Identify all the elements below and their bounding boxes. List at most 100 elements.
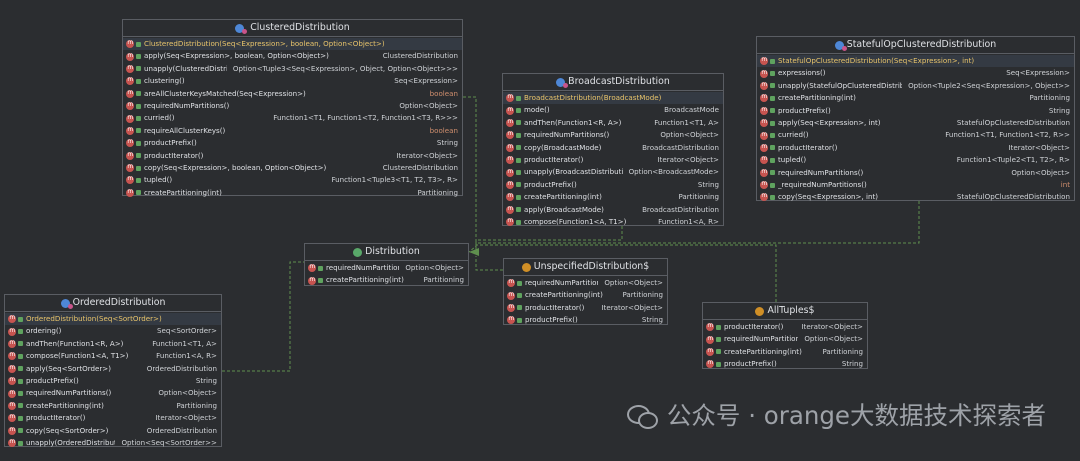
return-type: Option<Seq<SortOrder>>: [121, 437, 217, 447]
method-row[interactable]: tupled() Function1<Tuple2<T1, T2>, R>: [757, 154, 1074, 166]
method-row[interactable]: unapply(BroadcastDistribution) Option<Bro…: [503, 166, 723, 178]
method-signature: unapply(ClusteredDistribution): [144, 63, 227, 73]
method-row[interactable]: requireAllClusterKeys() boolean: [123, 125, 462, 137]
constructor-row[interactable]: BroadcastDistribution(BroadcastMode): [503, 92, 723, 105]
method-row[interactable]: curried() Function1<T1, Function1<T2, R>>: [757, 129, 1074, 141]
method-row[interactable]: productPrefix() String: [5, 375, 221, 387]
method-row[interactable]: andThen(Function1<R, A>) Function1<T1, A>: [5, 338, 221, 350]
method-row[interactable]: requiredNumPartitions() Option<Object>: [757, 167, 1074, 179]
return-type: StatefulOpClusteredDistribution: [956, 192, 1070, 202]
method-row[interactable]: unapply(OrderedDistribution) Option<Seq<S…: [5, 437, 221, 449]
object-icon: [521, 262, 531, 272]
method-row[interactable]: apply(Seq<Expression>, int) StatefulOpClu…: [757, 117, 1074, 129]
return-type: Partitioning: [1029, 93, 1070, 103]
method-row[interactable]: requiredNumPartitions() Option<Object>: [5, 387, 221, 399]
public-visibility-icon: [770, 83, 775, 89]
method-row[interactable]: _requiredNumPartitions() int: [757, 179, 1074, 191]
constructor-row[interactable]: ClusteredDistribution(Seq<Expression>, b…: [123, 38, 462, 51]
method-row[interactable]: areAllClusterKeysMatched(Seq<Expression>…: [123, 88, 462, 100]
method-row[interactable]: requiredNumPartitions() Option<Object>: [504, 277, 667, 289]
method-icon: [126, 150, 134, 161]
method-row[interactable]: apply(BroadcastMode) BroadcastDistributio…: [503, 204, 723, 216]
class-clustered-distribution[interactable]: ClusteredDistribution ClusteredDistribut…: [122, 19, 463, 199]
class-ordered-distribution[interactable]: OrderedDistribution OrderedDistribution(…: [4, 294, 222, 449]
public-visibility-icon: [517, 280, 522, 286]
method-row[interactable]: clustering() Seq<Expression>: [123, 75, 462, 87]
method-row[interactable]: createPartitioning(int) Partitioning: [5, 400, 221, 412]
method-row[interactable]: requiredNumPartitions() Option<Object>: [123, 100, 462, 112]
class-broadcast-distribution[interactable]: BroadcastDistribution BroadcastDistribut…: [502, 73, 724, 228]
method-row[interactable]: productIterator() Iterator<Object>: [757, 142, 1074, 154]
method-row[interactable]: apply(Seq<Expression>, boolean, Option<O…: [123, 50, 462, 62]
method-signature: createPartitioning(int): [724, 346, 802, 356]
constructor-row[interactable]: StatefulOpClusteredDistribution(Seq<Expr…: [757, 55, 1074, 68]
method-row[interactable]: apply(Seq<SortOrder>) OrderedDistribution: [5, 363, 221, 375]
method-row[interactable]: compose(Function1<A, T1>) Function1<A, R>: [503, 216, 723, 228]
method-row[interactable]: mode() BroadcastMode: [503, 104, 723, 116]
method-row[interactable]: productIterator() Iterator<Object>: [503, 154, 723, 166]
method-row[interactable]: copy(Seq<SortOrder>) OrderedDistribution: [5, 425, 221, 437]
public-visibility-icon: [136, 116, 141, 122]
class-icon: [556, 77, 569, 88]
method-row[interactable]: productIterator() Iterator<Object>: [123, 150, 462, 162]
method-row[interactable]: unapply(StatefulOpClusteredDistribution)…: [757, 80, 1074, 92]
public-visibility-icon: [318, 265, 323, 271]
method-row[interactable]: productIterator() Iterator<Object>: [504, 302, 667, 314]
interface-distribution[interactable]: Distribution requiredNumPartitions() Opti…: [304, 243, 469, 286]
method-row[interactable]: copy(Seq<Expression>, boolean, Option<Ob…: [123, 162, 462, 174]
class-title: OrderedDistribution: [72, 296, 166, 308]
object-all-tuples[interactable]: AllTuples$ productIterator() Iterator<Obj…: [702, 302, 868, 370]
method-row[interactable]: unapply(ClusteredDistribution) Option<Tup…: [123, 63, 462, 75]
method-icon: [506, 191, 514, 203]
method-row[interactable]: createPartitioning(int) Partitioning: [305, 274, 468, 286]
method-row[interactable]: productIterator() Iterator<Object>: [5, 412, 221, 424]
public-visibility-icon: [18, 316, 23, 322]
method-icon: [126, 174, 134, 186]
method-row[interactable]: tupled() Function1<Tuple3<T1, T2, T3>, R>: [123, 174, 462, 186]
method-icon: [760, 191, 768, 203]
method-row[interactable]: productPrefix() String: [504, 314, 667, 326]
return-type: boolean: [429, 88, 458, 98]
public-visibility-icon: [770, 194, 775, 200]
public-visibility-icon: [18, 403, 23, 409]
object-unspecified-distribution[interactable]: UnspecifiedDistribution$ requiredNumPart…: [503, 258, 668, 326]
method-icon: [760, 154, 768, 166]
return-type: Option<Tuple3<Seq<Expression>, Object, O…: [232, 63, 458, 73]
method-icon: [506, 142, 514, 153]
method-row[interactable]: createPartitioning(int) Partitioning: [703, 346, 867, 358]
method-row[interactable]: productIterator() Iterator<Object>: [703, 321, 867, 333]
method-row[interactable]: createPartitioning(int) Partitioning: [503, 191, 723, 203]
constructor-row[interactable]: OrderedDistribution(Seq<SortOrder>): [5, 313, 221, 326]
method-row[interactable]: requiredNumPartitions() Option<Object>: [503, 129, 723, 141]
method-signature: mode(): [524, 105, 550, 115]
class-stateful-op-clustered-distribution[interactable]: StatefulOpClusteredDistribution Stateful…: [756, 36, 1075, 203]
method-icon: [8, 387, 16, 399]
method-row[interactable]: createPartitioning(int) Partitioning: [757, 92, 1074, 104]
method-row[interactable]: requiredNumPartitions() Option<Object>: [305, 262, 468, 274]
return-type: Iterator<Object>: [601, 302, 663, 312]
method-row[interactable]: compose(Function1<A, T1>) Function1<A, R>: [5, 350, 221, 362]
return-type: Function1<Tuple2<T1, T2>, R>: [956, 155, 1070, 165]
method-row[interactable]: copy(Seq<Expression>, int) StatefulOpClus…: [757, 191, 1074, 203]
method-row[interactable]: andThen(Function1<R, A>) Function1<T1, A>: [503, 117, 723, 129]
method-signature: productIterator(): [144, 150, 204, 160]
method-row[interactable]: productPrefix() String: [757, 105, 1074, 117]
return-type: Iterator<Object>: [657, 154, 719, 164]
method-row[interactable]: productPrefix() String: [503, 179, 723, 191]
uml-diagram-canvas: ClusteredDistribution ClusteredDistribut…: [0, 0, 1080, 461]
method-signature: requiredNumPartitions(): [778, 167, 864, 177]
method-row[interactable]: requiredNumPartitions() Option<Object>: [703, 333, 867, 345]
watermark-text: 公众号 · orange大数据技术探索者: [666, 401, 1046, 430]
method-row[interactable]: createPartitioning(int) Partitioning: [504, 289, 667, 301]
method-row[interactable]: ordering() Seq<SortOrder>: [5, 325, 221, 337]
method-row[interactable]: curried() Function1<T1, Function1<T2, Fun…: [123, 112, 462, 124]
method-row[interactable]: productPrefix() String: [703, 358, 867, 370]
method-row[interactable]: expressions() Seq<Expression>: [757, 67, 1074, 79]
method-signature: createPartitioning(int): [525, 290, 603, 300]
method-row[interactable]: productPrefix() String: [123, 137, 462, 149]
method-row[interactable]: copy(BroadcastMode) BroadcastDistribution: [503, 142, 723, 154]
return-type: Function1<T1, A>: [152, 338, 217, 348]
method-icon: [308, 262, 316, 274]
method-icon: [760, 67, 768, 79]
method-row[interactable]: createPartitioning(int) Partitioning: [123, 187, 462, 199]
